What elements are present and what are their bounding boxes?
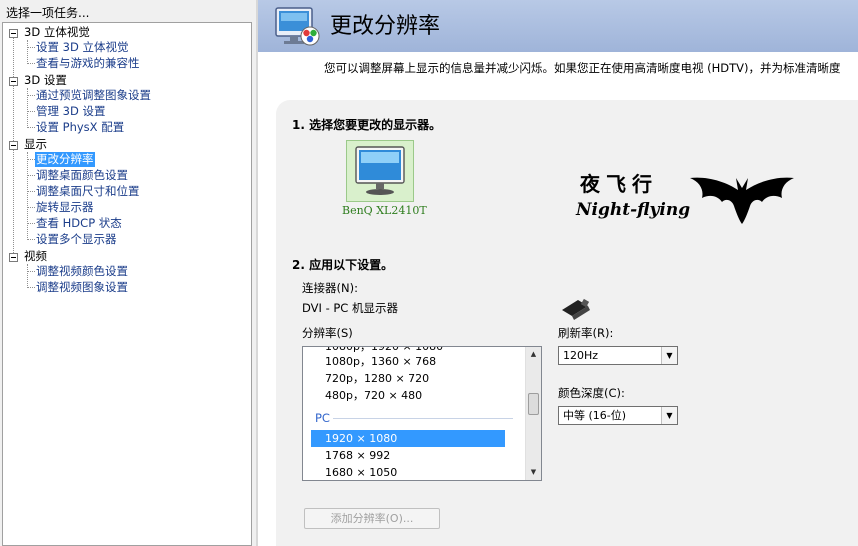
resolution-list-scrollbar[interactable]: ▲ ▼: [525, 347, 541, 480]
tree-item-setup-3d-stereo[interactable]: 设置 3D 立体视觉: [35, 40, 129, 55]
tree-connector: [27, 88, 28, 128]
list-separator: [333, 418, 513, 419]
list-item[interactable]: 720p，1280 × 720: [311, 370, 505, 387]
scroll-up-icon[interactable]: ▲: [526, 347, 541, 362]
monitor-name: BenQ XL2410T: [342, 204, 427, 217]
tree-connector: [27, 223, 35, 224]
tree-connector: [27, 175, 35, 176]
tree-item-physx[interactable]: 设置 PhysX 配置: [35, 120, 125, 135]
watermark-chinese: 夜飞行: [580, 172, 658, 196]
step1-heading: 1. 选择您要更改的显示器。: [292, 118, 442, 132]
tree-connector: [27, 264, 28, 288]
color-depth-label: 颜色深度(C):: [558, 386, 625, 400]
connector-label: 连接器(N):: [302, 281, 358, 295]
tree-item-desktop-size[interactable]: 调整桌面尺寸和位置: [35, 184, 141, 199]
refresh-rate-select[interactable]: 120Hz ▼: [558, 346, 678, 365]
monitor-icon: [355, 146, 405, 195]
collapse-icon[interactable]: [9, 141, 18, 150]
watermark: 夜飞行 Night-flying: [576, 168, 798, 232]
color-depth-value: 中等 (16-位): [563, 409, 627, 422]
page-header: 更改分辨率: [258, 0, 858, 52]
list-item[interactable]: 1680 × 1050: [311, 464, 505, 480]
tree-category-3d-settings[interactable]: 3D 设置: [23, 73, 68, 88]
settings-area: 1. 选择您要更改的显示器。 BenQ XL2410T 夜飞行 Night-fl…: [276, 100, 858, 546]
list-item[interactable]: 480p，720 × 480: [311, 387, 505, 404]
tree-connector: [27, 207, 35, 208]
task-panel: 选择一项任务... 3D 立体视觉 设置 3D 立体视觉 查看与游戏的兼容性 3…: [0, 0, 256, 546]
display-settings-icon: [275, 7, 320, 46]
tree-connector: [27, 152, 28, 240]
tree-item-change-resolution[interactable]: 更改分辨率: [35, 152, 95, 167]
list-item[interactable]: 1080p，1360 × 768: [311, 353, 505, 370]
connector-value: DVI - PC 机显示器: [302, 301, 398, 315]
resolution-list[interactable]: 1080p，1920 × 1080 1080p，1360 × 768 720p，…: [302, 346, 542, 481]
page-title: 更改分辨率: [330, 14, 441, 39]
refresh-rate-label: 刷新率(R):: [558, 326, 614, 340]
list-group-pc: PC: [315, 411, 330, 425]
tree-item-rotate-display[interactable]: 旋转显示器: [35, 200, 95, 215]
tree-category-video[interactable]: 视频: [23, 249, 48, 264]
tree-category-3d-stereo[interactable]: 3D 立体视觉: [23, 25, 91, 40]
scroll-thumb[interactable]: [528, 393, 539, 415]
tree-item-preview-image[interactable]: 通过预览调整图象设置: [35, 88, 152, 103]
tree-connector: [27, 40, 28, 64]
content-panel: 更改分辨率 您可以调整屏幕上显示的信息量并减少闪烁。如果您正在使用高清晰度电视 …: [256, 0, 858, 546]
tree-connector: [27, 127, 35, 128]
tree-connector: [27, 63, 35, 64]
bat-logo-icon: [690, 177, 794, 224]
collapse-icon[interactable]: [9, 77, 18, 86]
tree-item-video-image[interactable]: 调整视频图象设置: [35, 280, 129, 295]
tree-item-multi-display[interactable]: 设置多个显示器: [35, 232, 118, 247]
tree-connector: [27, 239, 35, 240]
chevron-down-icon[interactable]: ▼: [661, 407, 677, 424]
collapse-icon[interactable]: [9, 253, 18, 262]
watermark-english: Night-flying: [576, 200, 691, 220]
page-description: 您可以调整屏幕上显示的信息量并减少闪烁。如果您正在使用高清晰度电视 (HDTV)…: [324, 61, 841, 75]
chevron-down-icon[interactable]: ▼: [661, 347, 677, 364]
tree-item-desktop-color[interactable]: 调整桌面颜色设置: [35, 168, 129, 183]
collapse-icon[interactable]: [9, 29, 18, 38]
tree-connector: [27, 271, 35, 272]
step2-heading: 2. 应用以下设置。: [292, 258, 394, 272]
tree-connector: [27, 159, 35, 160]
color-depth-select[interactable]: 中等 (16-位) ▼: [558, 406, 678, 425]
scroll-down-icon[interactable]: ▼: [526, 465, 541, 480]
add-resolution-button[interactable]: 添加分辨率(O)...: [304, 508, 440, 529]
task-tree[interactable]: 3D 立体视觉 设置 3D 立体视觉 查看与游戏的兼容性 3D 设置 通过预览调…: [2, 22, 252, 546]
tree-item-manage-3d[interactable]: 管理 3D 设置: [35, 104, 106, 119]
tree-connector: [27, 191, 35, 192]
resolution-label: 分辨率(S): [302, 326, 353, 340]
tree-item-hdcp[interactable]: 查看 HDCP 状态: [35, 216, 123, 231]
tree-connector: [27, 47, 35, 48]
task-panel-title: 选择一项任务...: [6, 6, 90, 20]
tree-connector: [27, 287, 35, 288]
tree-connector: [27, 95, 35, 96]
dvi-connector-icon: [562, 298, 590, 320]
refresh-rate-value: 120Hz: [563, 349, 599, 362]
tree-item-game-compat[interactable]: 查看与游戏的兼容性: [35, 56, 141, 71]
list-item[interactable]: 1768 × 992: [311, 447, 505, 464]
list-item-selected[interactable]: 1920 × 1080: [311, 430, 505, 447]
tree-connector: [27, 111, 35, 112]
tree-item-video-color[interactable]: 调整视频颜色设置: [35, 264, 129, 279]
monitor-selector[interactable]: [346, 140, 414, 202]
tree-category-display[interactable]: 显示: [23, 137, 48, 152]
